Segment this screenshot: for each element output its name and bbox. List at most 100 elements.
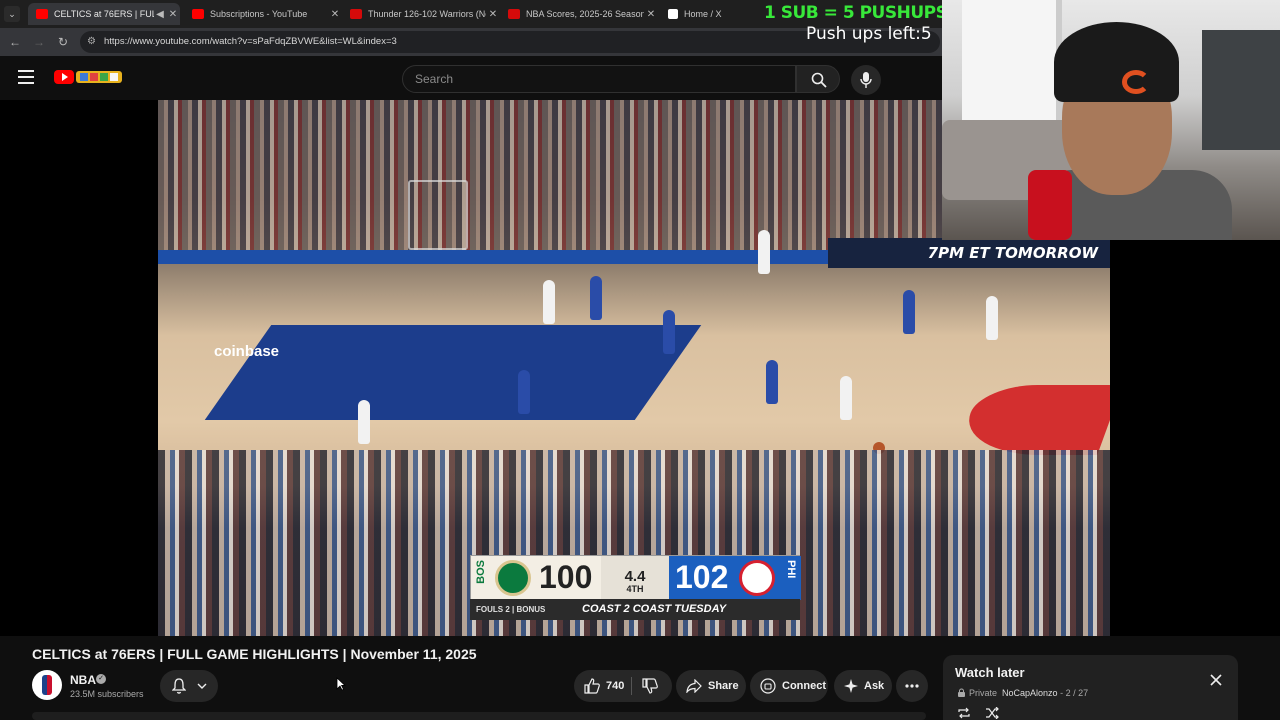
shuffle-icon[interactable] — [985, 707, 999, 719]
player — [840, 376, 852, 420]
youtube-favicon-icon — [192, 9, 204, 19]
share-button[interactable]: Share — [676, 670, 746, 702]
verified-icon: ✓ — [96, 674, 106, 684]
sponsor-text: coinbase — [214, 343, 280, 360]
subscriber-count: 23.5M subscribers — [70, 689, 144, 699]
scorebug-home: 102 PHI — [669, 556, 801, 600]
game-clock: 4.4 — [624, 568, 646, 585]
lock-icon — [958, 688, 965, 697]
youtube-logo[interactable] — [54, 68, 124, 86]
player — [766, 360, 778, 404]
tab-close-icon[interactable]: ✕ — [486, 9, 500, 20]
ask-label: Ask — [864, 680, 885, 692]
dislike-icon[interactable] — [642, 678, 659, 694]
more-actions-button[interactable] — [896, 670, 928, 702]
scorebug-footer: FOULS 2 | BONUS COAST 2 COAST TUESDAY — [470, 599, 800, 620]
search-button[interactable] — [796, 65, 840, 93]
player — [903, 290, 915, 334]
playlist-title[interactable]: Watch later — [955, 665, 1025, 680]
tab-title: Thunder 126-102 Warriors (No — [368, 9, 486, 19]
connect-label: Connect — [782, 680, 826, 692]
bell-icon — [172, 678, 186, 694]
scorebug-clock: 4.4 4TH — [601, 556, 669, 600]
playlist-position: - 2 / 27 — [1060, 688, 1089, 698]
chevron-down-icon — [197, 683, 207, 689]
loop-icon[interactable] — [957, 707, 971, 719]
home-team-abbr: PHI — [785, 560, 797, 579]
reload-icon[interactable]: ↻ — [54, 33, 72, 51]
webcam-window — [962, 0, 1062, 120]
connect-button[interactable]: Connect — [750, 670, 828, 702]
search-placeholder: Search — [415, 72, 454, 86]
like-icon[interactable] — [584, 678, 600, 694]
bears-logo-icon — [1122, 70, 1150, 94]
broadcast-banner-text: 7PM ET TOMORROW — [927, 244, 1098, 262]
tab-close-icon[interactable]: ✕ — [166, 9, 180, 20]
home-score: 102 — [675, 559, 729, 595]
like-dislike-group: 740 — [574, 670, 672, 702]
player — [758, 230, 770, 274]
x-favicon-icon — [668, 9, 678, 19]
back-arrow-icon[interactable]: ← — [6, 33, 24, 51]
fouls-text: FOULS 2 | BONUS — [476, 605, 546, 614]
playlist-panel: Watch later Private NoCapAlonzo - 2 / 27 — [943, 655, 1238, 720]
site-info-icon[interactable]: ⚙ — [87, 36, 98, 47]
tab-search-button[interactable]: ⌄ — [4, 6, 20, 22]
youtube-favicon-icon — [36, 9, 48, 19]
player — [663, 310, 675, 354]
menu-icon[interactable] — [18, 70, 34, 84]
browser-toolbar: ← → ↻ ⚙ https://www.youtube.com/watch?v=… — [0, 28, 942, 56]
description-box-edge — [32, 712, 926, 720]
ask-button[interactable]: Ask — [834, 670, 892, 702]
away-score: 100 — [539, 559, 593, 595]
stream-overlay-counter: Push ups left:5 — [806, 24, 932, 44]
playlist-owner[interactable]: NoCapAlonzo — [1002, 688, 1058, 698]
share-label: Share — [708, 680, 739, 692]
webcam-microphone — [1028, 170, 1072, 240]
playlist-meta: Private NoCapAlonzo - 2 / 27 — [969, 688, 1088, 698]
tab-title: Subscriptions - YouTube — [210, 9, 308, 19]
like-count[interactable]: 740 — [606, 680, 624, 692]
video-title: CELTICS at 76ERS | FULL GAME HIGHLIGHTS … — [32, 646, 477, 662]
player — [543, 280, 555, 324]
court-logo — [955, 385, 1110, 455]
espn-favicon-icon — [508, 9, 520, 19]
celtics-logo — [495, 560, 531, 596]
promo-text: COAST 2 COAST TUESDAY — [582, 603, 727, 615]
notification-bell-button[interactable] — [160, 670, 218, 702]
tab-close-icon[interactable]: ✕ — [644, 9, 658, 20]
browser-tab[interactable]: NBA Scores, 2025-26 Season - ✕ — [500, 3, 658, 25]
away-team-abbr: BOS — [475, 560, 487, 584]
webcam-beanie — [1054, 22, 1179, 102]
game-period: 4TH — [626, 584, 644, 594]
espn-favicon-icon — [350, 9, 362, 19]
browser-tab-active[interactable]: CELTICS at 76ERS | FULL GA ◀ ✕ — [28, 3, 180, 25]
playlist-privacy: Private — [969, 688, 998, 698]
player — [358, 400, 370, 444]
tab-title: Home / X — [684, 9, 722, 19]
tab-close-icon[interactable]: ✕ — [328, 9, 342, 20]
scorebug-away: BOS 100 — [471, 556, 601, 600]
channel-name[interactable]: NBA — [70, 673, 96, 687]
browser-tab[interactable]: Subscriptions - YouTube ✕ — [184, 3, 342, 25]
browser-tab[interactable]: Thunder 126-102 Warriors (No ✕ — [342, 3, 500, 25]
court-paint — [204, 325, 702, 420]
search-input[interactable]: Search — [402, 65, 796, 93]
scorebug-main: BOS 100 4.4 4TH 102 PHI — [470, 555, 801, 600]
broadcast-banner: 7PM ET TOMORROW — [828, 238, 1110, 268]
like-divider — [631, 677, 632, 695]
close-icon[interactable] — [1209, 673, 1223, 687]
connect-icon — [760, 678, 776, 694]
audio-icon: ◀ — [156, 8, 164, 20]
stream-overlay-title: 1 SUB = 5 PUSHUPS — [764, 3, 948, 23]
voice-search-button[interactable] — [851, 65, 881, 95]
channel-avatar[interactable] — [32, 670, 62, 700]
player — [986, 296, 998, 340]
webcam-window — [1202, 30, 1280, 150]
scorebug: BOS 100 4.4 4TH 102 PHI FOULS 2 | BONUS … — [470, 555, 801, 620]
browser-tab[interactable]: Home / X — [660, 3, 760, 25]
search-icon — [811, 72, 827, 88]
player — [590, 276, 602, 320]
share-icon — [686, 679, 702, 693]
forward-arrow-icon[interactable]: → — [30, 33, 48, 51]
